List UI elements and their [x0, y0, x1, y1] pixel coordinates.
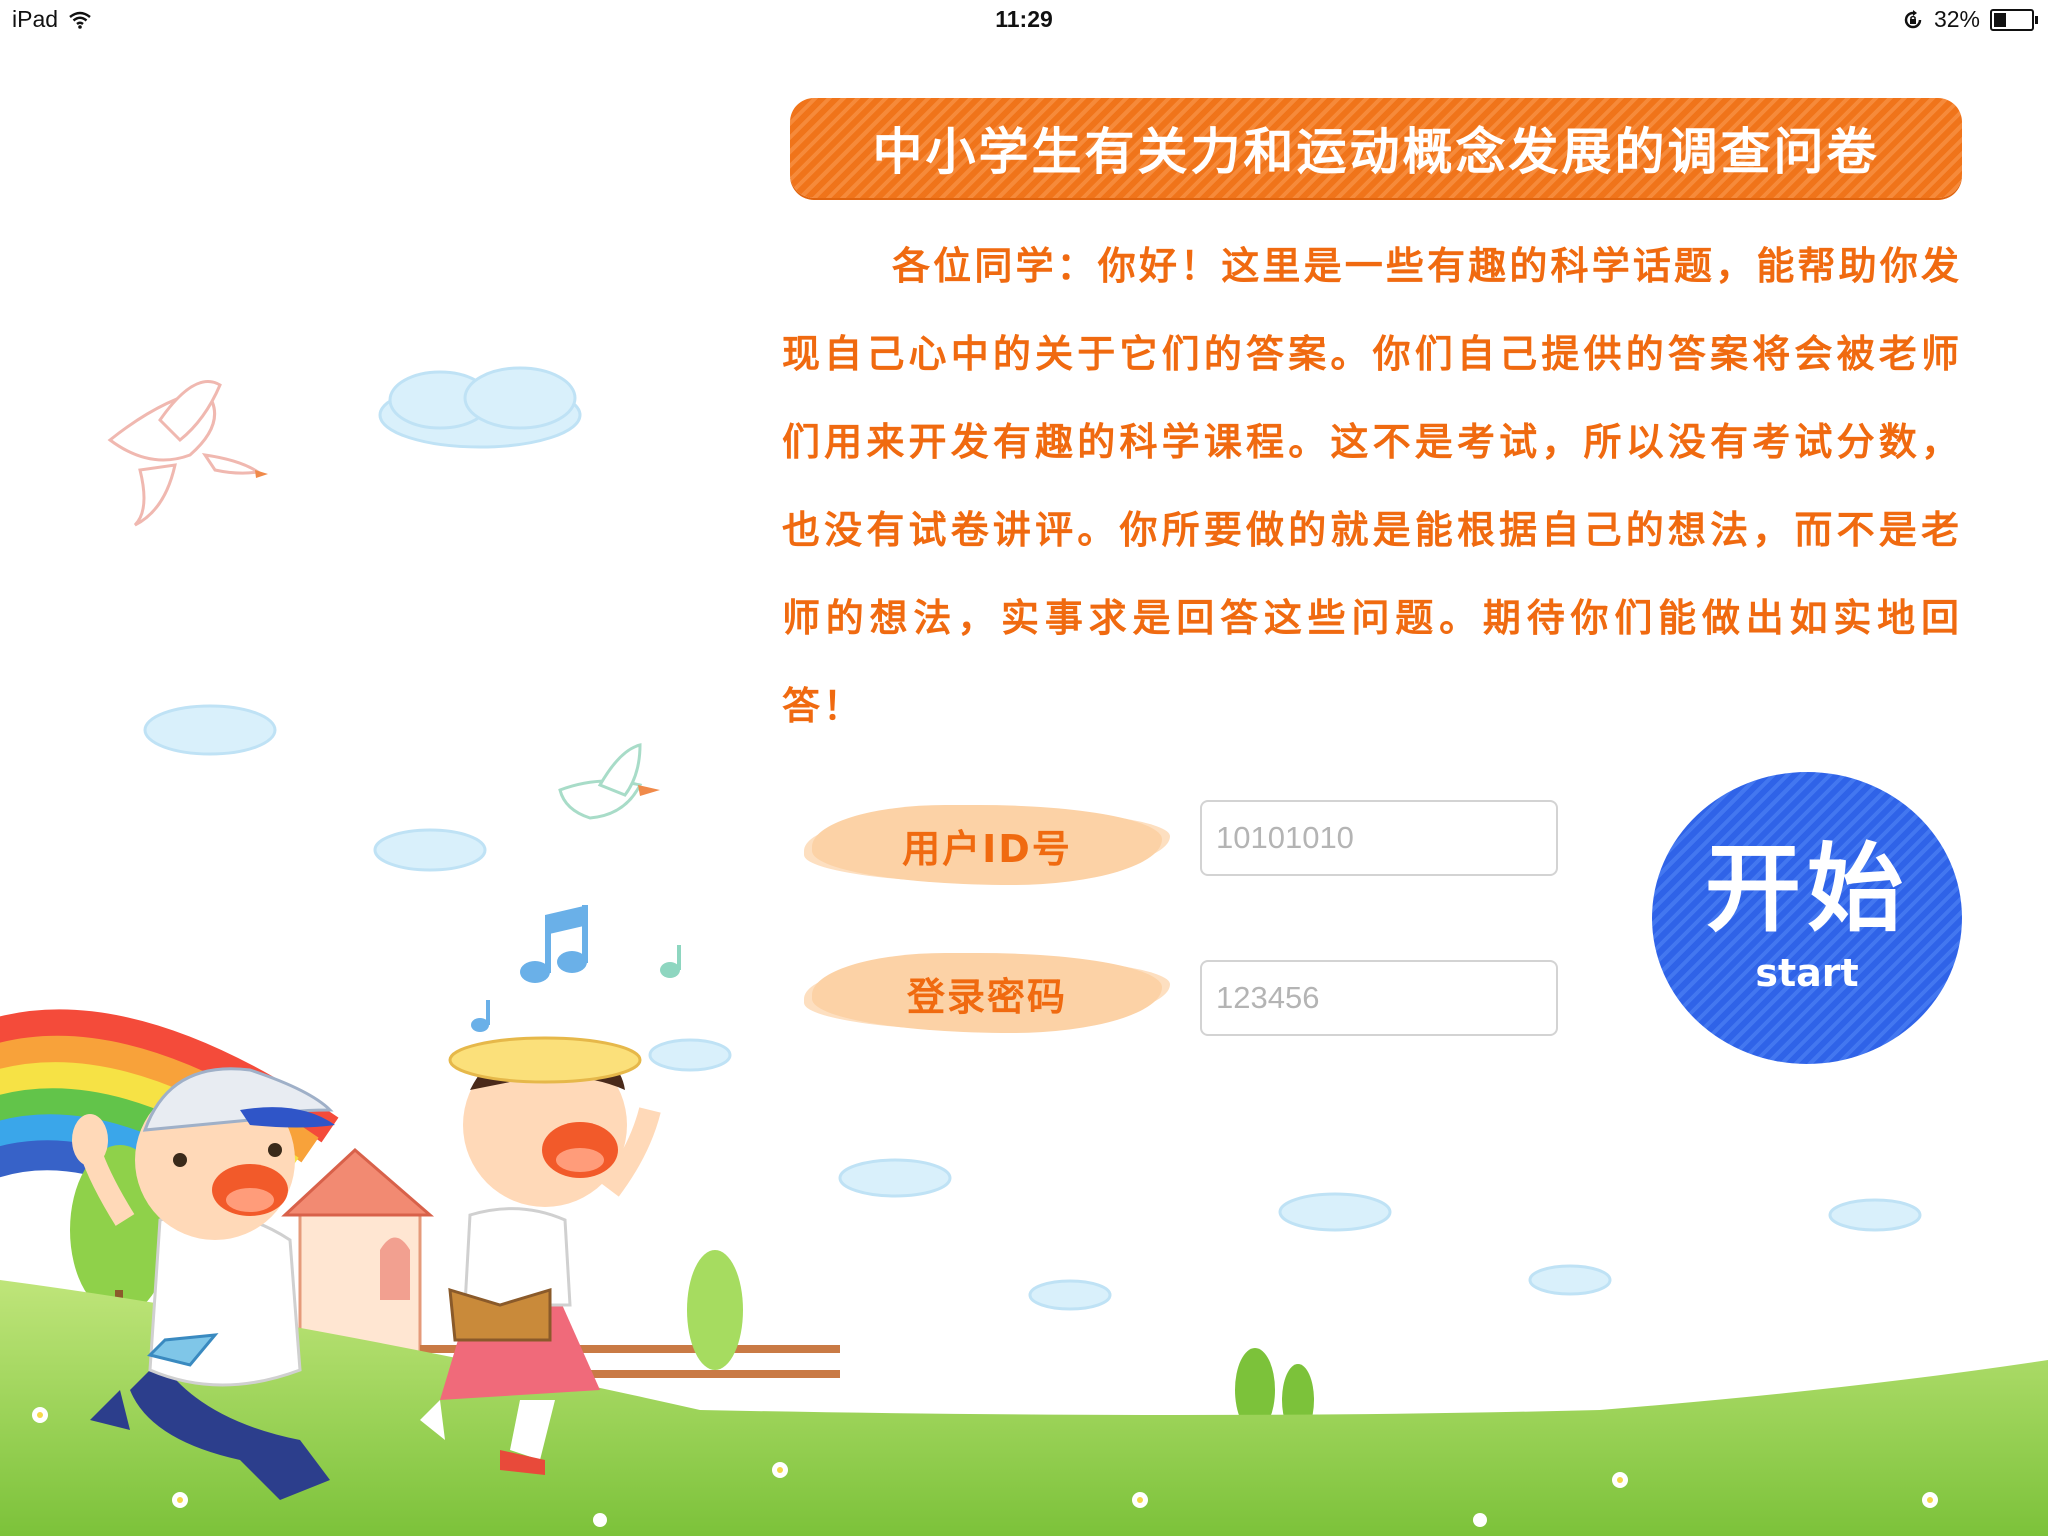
password-input[interactable]: [1200, 960, 1558, 1036]
status-bar: iPad 11:29 32%: [0, 0, 2048, 40]
battery-icon: [1990, 8, 2038, 31]
title-banner: 中小学生有关力和运动概念发展的调查问卷: [790, 98, 1962, 198]
music-notes-icon: [471, 905, 681, 1032]
status-time: 11:29: [995, 6, 1053, 32]
girl-character: [420, 1036, 661, 1475]
page-title: 中小学生有关力和运动概念发展的调查问卷: [872, 123, 1880, 181]
intro-paragraph: 各位同学：你好！这里是一些有趣的科学话题，能帮助你发现自己心中的关于它们的答案。…: [782, 244, 1962, 728]
boy-character: [72, 1067, 335, 1500]
tree: [70, 1145, 1314, 1436]
password-label: 登录密码: [906, 974, 1067, 1019]
start-button[interactable]: 开始 start: [1652, 772, 1962, 1064]
battery-level: [1994, 12, 2006, 27]
bird-icon: [107, 380, 268, 527]
grass-hill: [0, 1280, 2048, 1536]
rainbow: [0, 1009, 339, 1243]
bird-icon: [558, 743, 660, 820]
house: [281, 1147, 435, 1372]
start-button-sublabel: start: [1755, 951, 1859, 995]
start-button-label: 开始: [1705, 833, 1909, 945]
status-bar-right: 32%: [1902, 6, 2038, 33]
password-label-badge: 登录密码: [812, 953, 1162, 1033]
user-id-input[interactable]: [1200, 800, 1558, 876]
battery-percent: 32%: [1933, 6, 1980, 32]
user-id-label-badge: 用户ID号: [812, 805, 1162, 885]
flower: [32, 1407, 1938, 1527]
fence: [0, 1300, 840, 1378]
user-id-label: 用户ID号: [902, 826, 1072, 871]
orientation-lock-icon: [1904, 9, 1922, 28]
